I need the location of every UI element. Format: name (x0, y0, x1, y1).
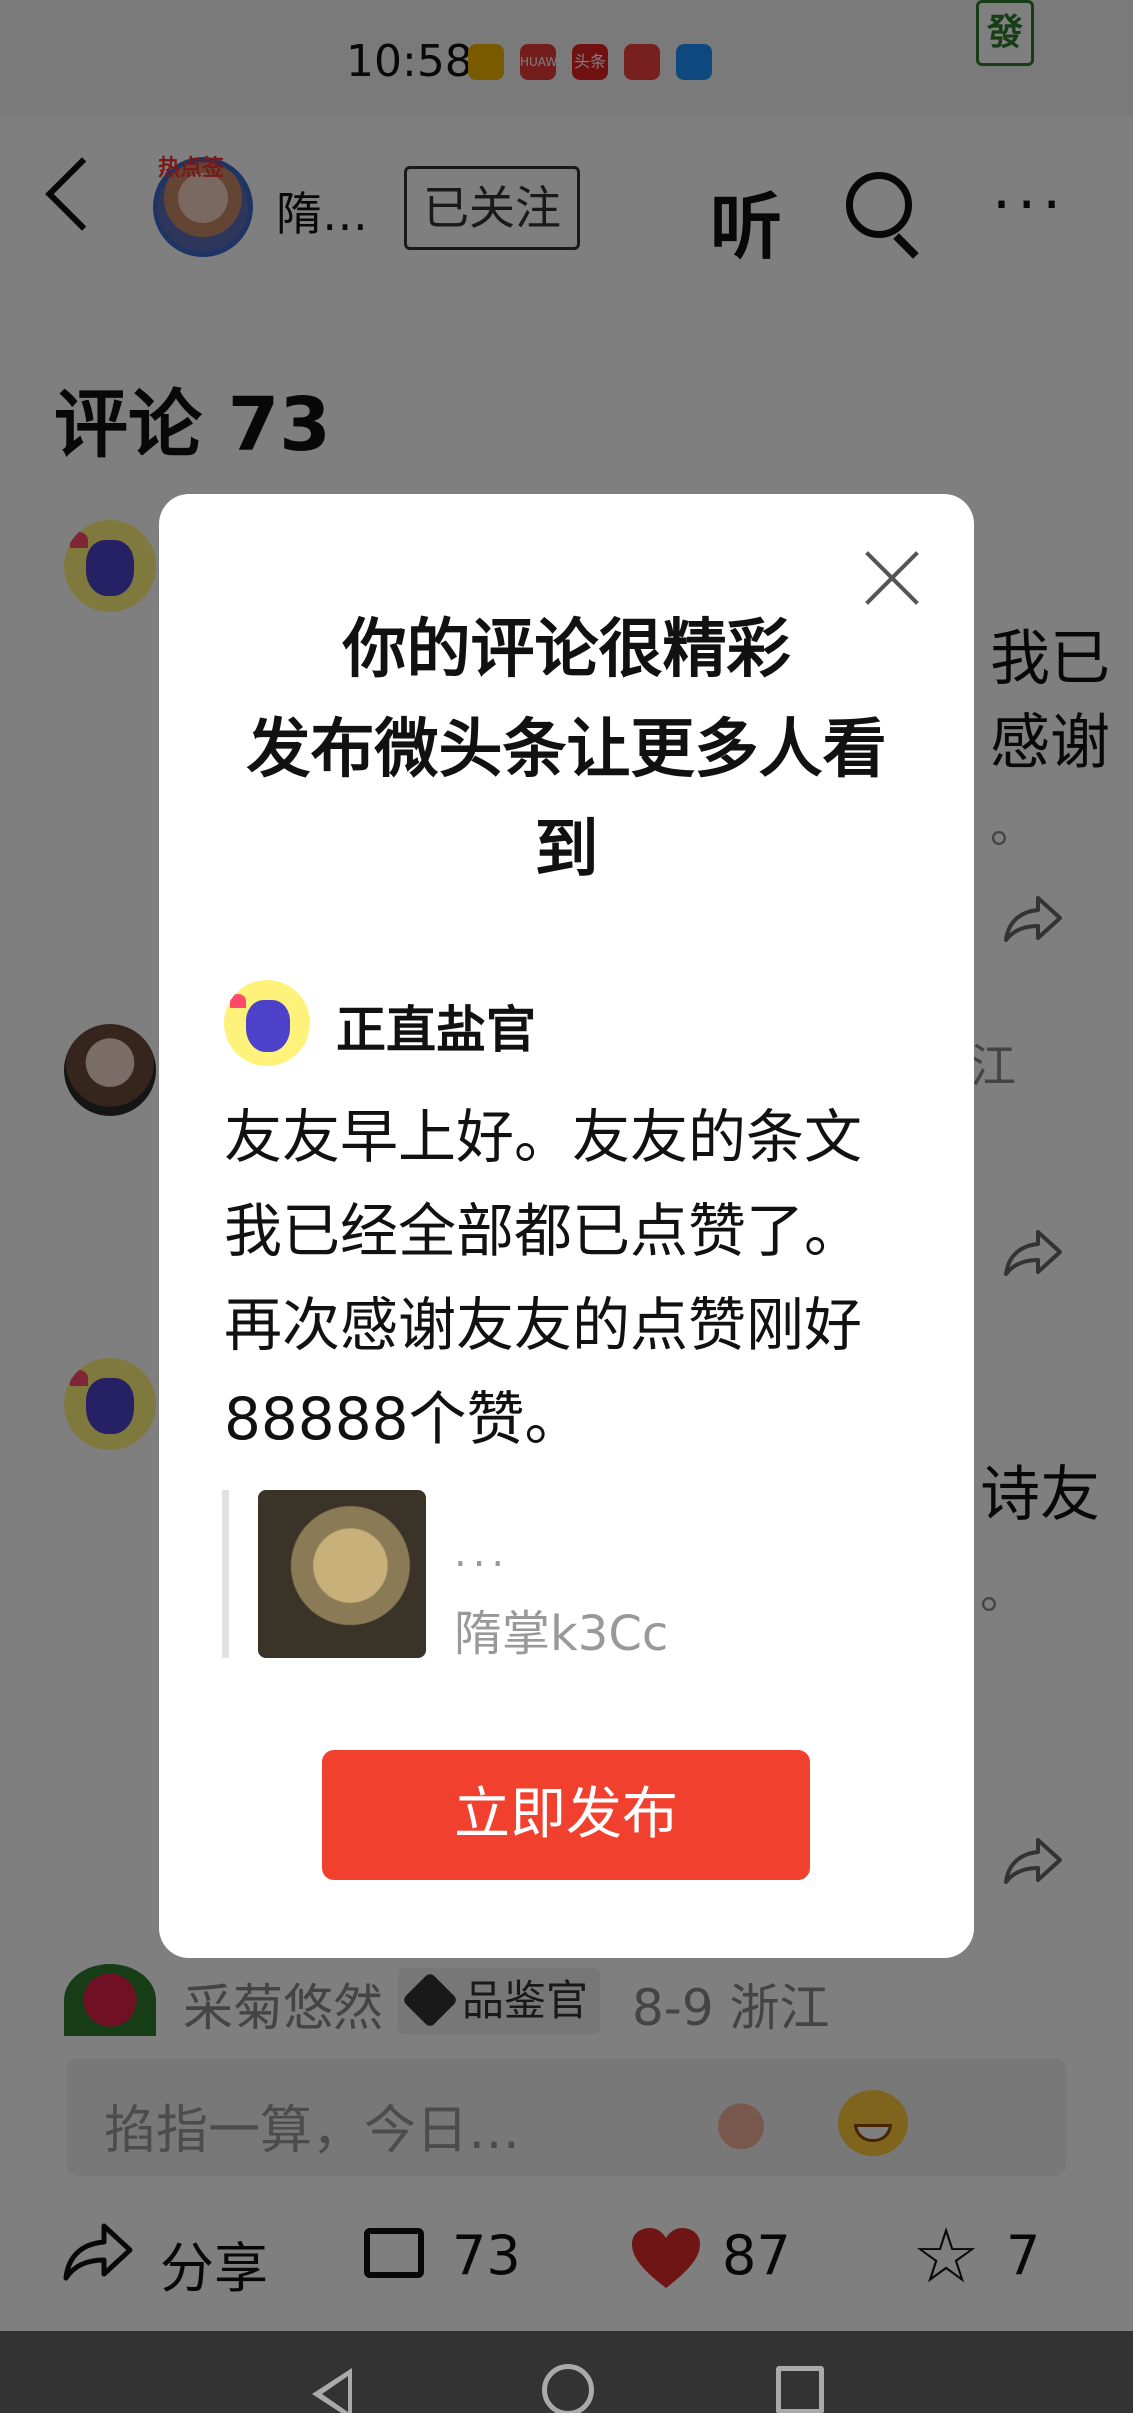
modal-comment-body: 友友早上好。友友的条文我已经全部都已点赞了。再次感谢友友的点赞刚好88888个赞… (224, 1103, 863, 1453)
close-icon[interactable] (862, 548, 922, 608)
nav-recent-icon[interactable] (776, 2366, 824, 2413)
quote-excerpt: ... (454, 1530, 511, 1576)
modal-author-name: 正直盐官 (336, 1001, 536, 1059)
quote-thumbnail (258, 1490, 426, 1658)
nav-home-icon[interactable] (542, 2364, 594, 2413)
modal-title: 你的评论很精彩 发布微头条让更多人看 到 (209, 600, 924, 900)
quote-divider (222, 1490, 229, 1658)
modal-title-line: 到 (534, 813, 599, 887)
modal-author-avatar (224, 980, 310, 1066)
modal-title-line: 发布微头条让更多人看 (246, 713, 887, 787)
quote-author: 隋掌k3Cc (454, 1606, 669, 1662)
publish-now-button[interactable]: 立即发布 (322, 1750, 810, 1880)
modal-title-line: 你的评论很精彩 (342, 613, 791, 687)
nav-back-icon-inner (322, 2376, 348, 2412)
